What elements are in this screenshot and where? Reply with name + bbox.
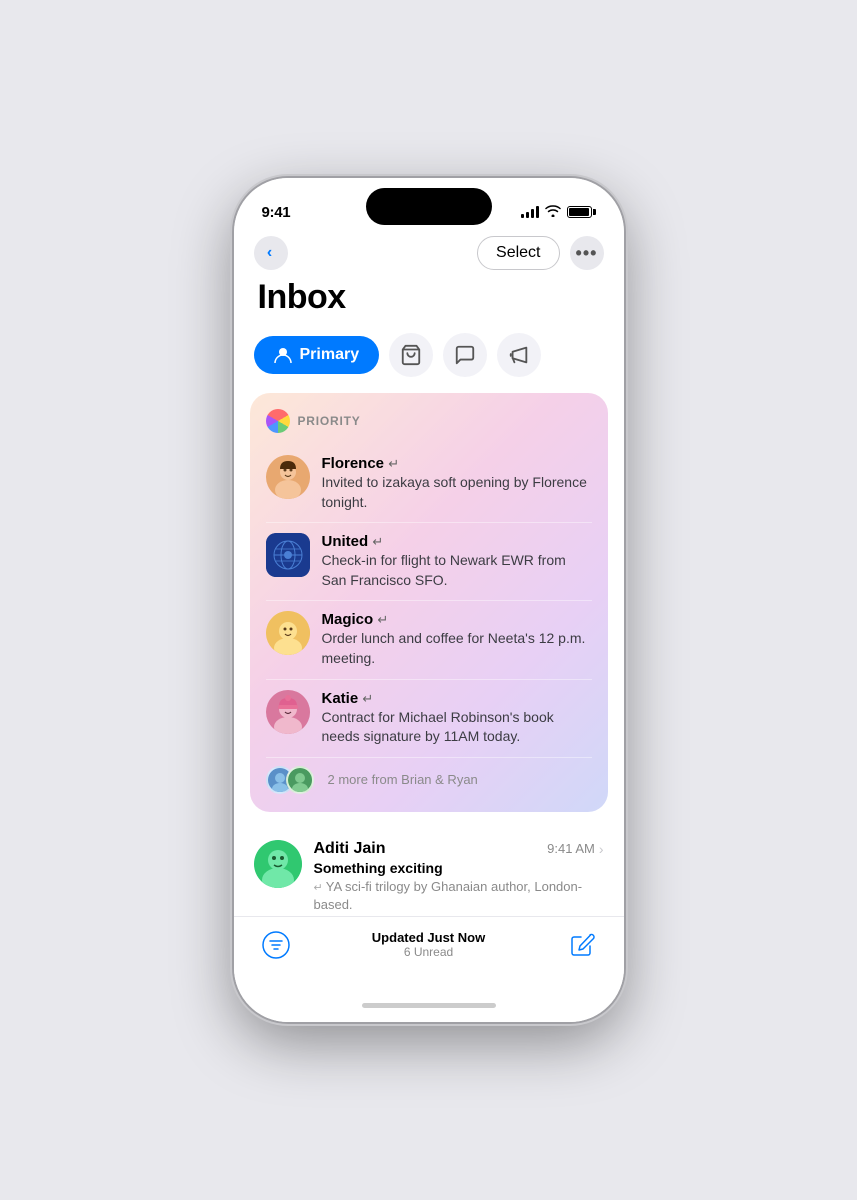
magico-sender: Magico (322, 611, 378, 628)
aditi-avatar-img (254, 840, 302, 888)
back-arrow-icon: ‹ (267, 244, 272, 262)
dynamic-island (366, 188, 492, 225)
aditi-sender: Aditi Jain (314, 840, 386, 858)
aditi-subject: Something exciting (314, 860, 604, 876)
priority-header: PRIORITY (266, 409, 592, 433)
status-bar: 9:41 (234, 178, 624, 232)
chat-icon (454, 344, 476, 366)
avatar-united (266, 533, 310, 577)
home-bar (362, 1003, 496, 1008)
content-scroll[interactable]: PRIORITY (234, 393, 624, 916)
email-item-aditi[interactable]: Aditi Jain 9:41 AM › Something exciting … (250, 828, 608, 916)
priority-rainbow-icon (266, 409, 290, 433)
updated-label: Updated Just Now (372, 930, 485, 945)
bottom-bar: Updated Just Now 6 Unread (234, 916, 624, 988)
florence-sender: Florence (322, 455, 389, 472)
tab-primary-label: Primary (300, 346, 360, 364)
phone-screen: 9:41 (234, 178, 624, 1022)
megaphone-icon (508, 344, 530, 366)
phone-frame: 9:41 (234, 178, 624, 1022)
shopping-icon (400, 344, 422, 366)
tab-chat[interactable] (443, 333, 487, 377)
priority-item-text-magico: Magico ↵ Order lunch and coffee for Neet… (322, 611, 592, 668)
tab-promo[interactable] (497, 333, 541, 377)
page-title: Inbox (258, 278, 600, 317)
back-button[interactable]: ‹ (254, 236, 288, 270)
united-preview: Check-in for flight to Newark EWR from S… (322, 551, 592, 590)
avatar-florence (266, 455, 310, 499)
tab-shopping[interactable] (389, 333, 433, 377)
priority-item-text-katie: Katie ↵ Contract for Michael Robinson's … (322, 690, 592, 747)
person-icon (274, 347, 292, 363)
priority-card: PRIORITY (250, 393, 608, 812)
florence-avatar-img (266, 455, 310, 499)
united-sender: United (322, 533, 373, 550)
priority-item-united[interactable]: United ↵ Check-in for flight to Newark E… (266, 523, 592, 601)
status-time: 9:41 (262, 204, 291, 221)
unread-label: 6 Unread (372, 945, 485, 959)
filter-button[interactable] (258, 927, 294, 963)
select-button[interactable]: Select (477, 236, 559, 270)
aditi-time: 9:41 AM (547, 841, 595, 856)
page-title-container: Inbox (234, 278, 624, 333)
priority-item-text-florence: Florence ↵ Invited to izakaya soft openi… (322, 455, 592, 512)
update-info: Updated Just Now 6 Unread (372, 930, 485, 959)
wifi-icon (545, 204, 561, 220)
more-button[interactable]: ••• (570, 236, 604, 270)
tab-bar: Primary (234, 333, 624, 393)
home-indicator (234, 988, 624, 1022)
more-from-text: 2 more from Brian & Ryan (328, 772, 478, 787)
katie-sender: Katie (322, 690, 363, 707)
avatar-aditi-jain (254, 840, 302, 888)
priority-item-florence[interactable]: Florence ↵ Invited to izakaya soft openi… (266, 445, 592, 523)
nav-actions: Select ••• (477, 236, 603, 270)
magico-preview: Order lunch and coffee for Neeta's 12 p.… (322, 629, 592, 668)
katie-avatar-img (266, 690, 310, 734)
priority-label: PRIORITY (298, 414, 361, 428)
aditi-chevron-icon: › (599, 841, 604, 857)
florence-preview: Invited to izakaya soft opening by Flore… (322, 473, 592, 512)
ryan-avatar-img (288, 768, 312, 792)
email-header-row-aditi: Aditi Jain 9:41 AM › (314, 840, 604, 858)
united-avatar-img (266, 533, 310, 577)
priority-item-katie[interactable]: Katie ↵ Contract for Michael Robinson's … (266, 680, 592, 758)
more-avatars (266, 766, 306, 794)
status-icons (521, 204, 596, 220)
signal-icon (521, 206, 539, 218)
compose-icon (568, 931, 596, 959)
katie-preview: Contract for Michael Robinson's book nee… (322, 708, 592, 747)
more-from-row[interactable]: 2 more from Brian & Ryan (266, 758, 592, 796)
avatar-magico (266, 611, 310, 655)
avatar-katie (266, 690, 310, 734)
more-dots-icon: ••• (576, 244, 598, 262)
mini-avatar-ryan (286, 766, 314, 794)
nav-bar: ‹ Select ••• (234, 232, 624, 278)
filter-icon (262, 931, 290, 959)
tab-primary[interactable]: Primary (254, 336, 380, 374)
priority-item-magico[interactable]: Magico ↵ Order lunch and coffee for Neet… (266, 601, 592, 679)
battery-icon (567, 206, 596, 218)
priority-item-text-united: United ↵ Check-in for flight to Newark E… (322, 533, 592, 590)
magico-avatar-img (266, 611, 310, 655)
aditi-time-row: 9:41 AM › (547, 841, 603, 857)
compose-button[interactable] (564, 927, 600, 963)
aditi-preview: ↵ YA sci-fi trilogy by Ghanaian author, … (314, 878, 604, 915)
email-content-aditi: Aditi Jain 9:41 AM › Something exciting … (314, 840, 604, 915)
